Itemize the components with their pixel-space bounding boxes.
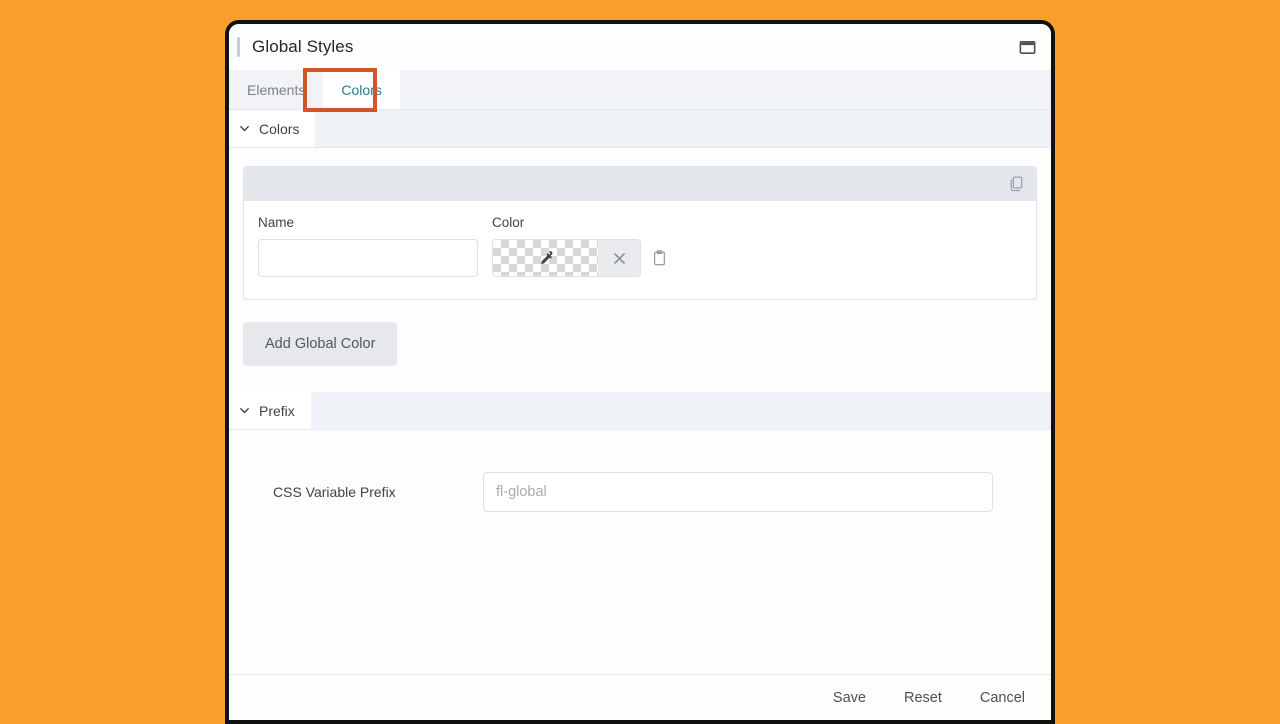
color-card-body: Name Color: [244, 201, 1036, 299]
page-title: Global Styles: [252, 37, 353, 57]
window-restore-icon[interactable]: [1018, 38, 1037, 57]
color-swatch-preview[interactable]: [493, 240, 598, 276]
name-field-group: Name: [258, 215, 478, 277]
color-card-header: [244, 167, 1036, 201]
tab-colors[interactable]: Colors: [323, 70, 399, 109]
add-global-color-button[interactable]: Add Global Color: [243, 322, 397, 366]
section-label-prefix: Prefix: [259, 403, 295, 419]
name-label: Name: [258, 215, 478, 230]
section-label-colors: Colors: [259, 121, 299, 137]
drag-handle[interactable]: [237, 37, 240, 57]
clipboard-paste-icon[interactable]: [653, 250, 666, 266]
save-button[interactable]: Save: [831, 686, 868, 710]
titlebar-actions: [1018, 38, 1037, 57]
tab-bar: Elements Colors: [229, 70, 1051, 110]
colors-section-content: Name Color: [229, 148, 1051, 300]
tab-elements[interactable]: Elements: [229, 70, 323, 109]
css-variable-prefix-input[interactable]: [483, 472, 993, 512]
color-control-row: [492, 239, 666, 277]
chevron-down-icon: [239, 121, 250, 137]
copy-icon[interactable]: [1009, 176, 1024, 192]
close-x-icon: [612, 251, 627, 266]
section-header-filler: [315, 110, 1051, 147]
modal-footer: Save Reset Cancel: [229, 674, 1051, 720]
color-picker-control[interactable]: [492, 239, 641, 277]
global-styles-modal: Global Styles Elements Colors: [225, 20, 1055, 724]
modal-titlebar[interactable]: Global Styles: [229, 24, 1051, 70]
color-name-input[interactable]: [258, 239, 478, 277]
color-field-group: Color: [492, 215, 666, 277]
css-variable-prefix-label: CSS Variable Prefix: [243, 484, 483, 500]
section-header-colors[interactable]: Colors: [229, 110, 1051, 148]
prefix-section-content: CSS Variable Prefix: [229, 430, 1051, 512]
color-label: Color: [492, 215, 666, 230]
section-header-filler: [311, 392, 1051, 429]
section-toggle-colors[interactable]: Colors: [229, 110, 315, 147]
cancel-button[interactable]: Cancel: [978, 686, 1027, 710]
modal-body: Colors Name: [229, 110, 1051, 674]
reset-button[interactable]: Reset: [902, 686, 944, 710]
chevron-down-icon: [239, 403, 250, 419]
section-header-prefix[interactable]: Prefix: [229, 392, 1051, 430]
section-toggle-prefix[interactable]: Prefix: [229, 392, 311, 429]
eyedropper-icon: [537, 250, 554, 267]
clear-color-button[interactable]: [598, 240, 640, 276]
global-color-card: Name Color: [243, 166, 1037, 300]
add-color-button-wrap: Add Global Color: [229, 300, 1051, 392]
